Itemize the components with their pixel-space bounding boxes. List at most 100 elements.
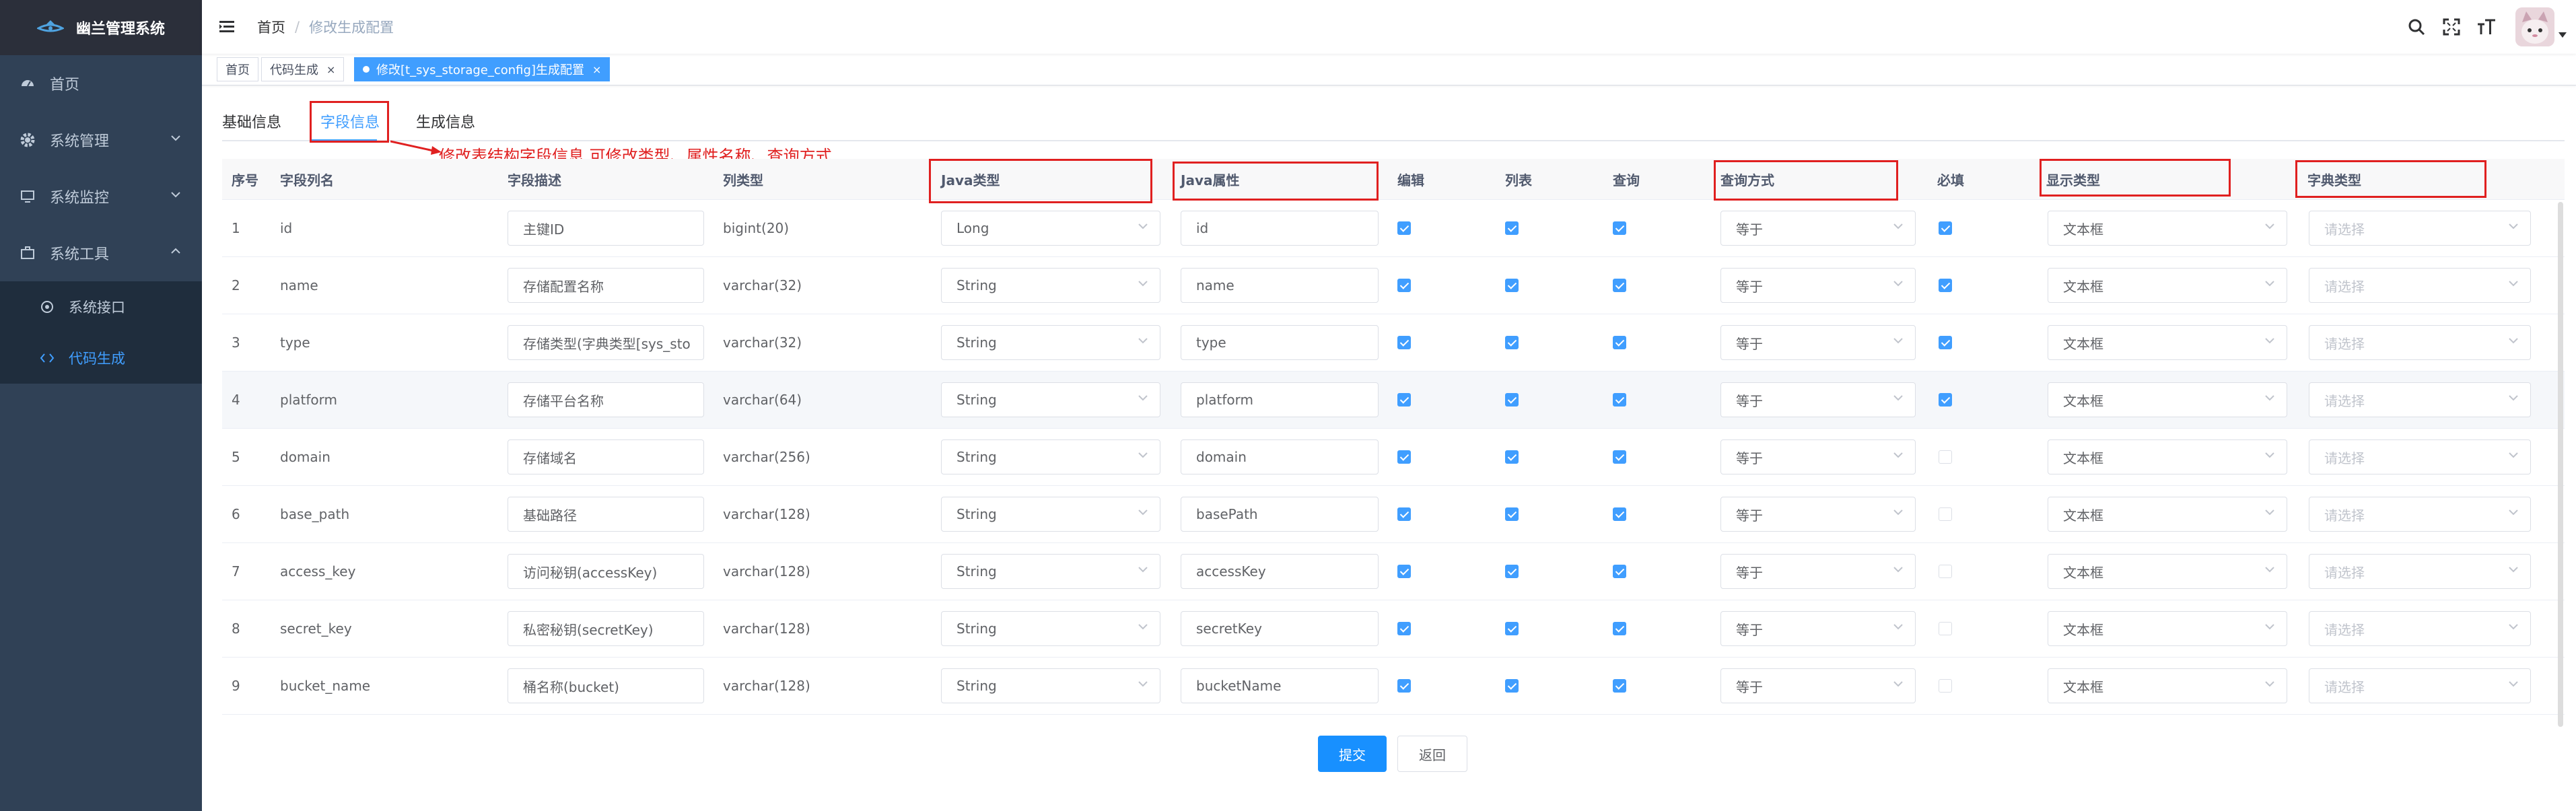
list-checkbox[interactable] [1505, 565, 1519, 578]
dict-type-select[interactable]: 请选择 [2309, 668, 2531, 703]
column-desc-input[interactable]: 主键ID [508, 211, 704, 246]
column-desc-input[interactable]: 存储域名 [508, 439, 704, 474]
html-type-select[interactable]: 文本框 [2048, 382, 2287, 417]
java-field-input[interactable]: id [1181, 211, 1379, 246]
query-type-select[interactable]: 等于 [1720, 268, 1916, 303]
list-checkbox[interactable] [1505, 393, 1519, 407]
required-checkbox[interactable] [1939, 336, 1952, 349]
sidebar-item-code-generator[interactable]: 代码生成 [0, 332, 202, 384]
tag-edit-config[interactable]: 修改[t_sys_storage_config]生成配置 × [354, 57, 611, 81]
query-type-select[interactable]: 等于 [1720, 439, 1916, 474]
html-type-select[interactable]: 文本框 [2048, 497, 2287, 532]
java-type-select[interactable]: String [941, 382, 1160, 417]
caret-down-icon[interactable] [2558, 32, 2567, 38]
dict-type-select[interactable]: 请选择 [2309, 268, 2531, 303]
breadcrumb-home[interactable]: 首页 [257, 17, 285, 37]
query-type-select[interactable]: 等于 [1720, 554, 1916, 589]
required-checkbox[interactable] [1939, 221, 1952, 235]
java-field-input[interactable]: bucketName [1181, 668, 1379, 703]
list-checkbox[interactable] [1505, 679, 1519, 693]
query-checkbox[interactable] [1613, 450, 1626, 464]
java-field-input[interactable]: platform [1181, 382, 1379, 417]
java-field-input[interactable]: basePath [1181, 497, 1379, 532]
java-field-input[interactable]: type [1181, 325, 1379, 360]
column-desc-input[interactable]: 访问秘钥(accessKey) [508, 554, 704, 589]
font-size-icon[interactable] [2475, 15, 2498, 38]
java-type-select[interactable]: String [941, 668, 1160, 703]
query-type-select[interactable]: 等于 [1720, 211, 1916, 246]
html-type-select[interactable]: 文本框 [2048, 668, 2287, 703]
column-desc-input[interactable]: 存储类型(字典类型[sys_sto [508, 325, 704, 360]
dict-type-select[interactable]: 请选择 [2309, 554, 2531, 589]
hamburger-icon[interactable] [217, 16, 238, 38]
html-type-select[interactable]: 文本框 [2048, 439, 2287, 474]
list-checkbox[interactable] [1505, 279, 1519, 292]
query-checkbox[interactable] [1613, 393, 1626, 407]
java-type-select[interactable]: Long [941, 211, 1160, 246]
app-logo[interactable]: 幽兰管理系统 [0, 0, 202, 55]
tag-code-generator[interactable]: 代码生成 × [261, 57, 345, 81]
query-type-select[interactable]: 等于 [1720, 382, 1916, 417]
list-checkbox[interactable] [1505, 221, 1519, 235]
list-checkbox[interactable] [1505, 450, 1519, 464]
java-type-select[interactable]: String [941, 325, 1160, 360]
query-type-select[interactable]: 等于 [1720, 325, 1916, 360]
list-checkbox[interactable] [1505, 507, 1519, 521]
dict-type-select[interactable]: 请选择 [2309, 439, 2531, 474]
html-type-select[interactable]: 文本框 [2048, 611, 2287, 646]
sidebar-item-home[interactable]: 首页 [0, 55, 202, 112]
close-icon[interactable]: × [592, 63, 601, 76]
column-desc-input[interactable]: 存储平台名称 [508, 382, 704, 417]
edit-checkbox[interactable] [1397, 393, 1411, 407]
column-desc-input[interactable]: 基础路径 [508, 497, 704, 532]
java-type-select[interactable]: String [941, 268, 1160, 303]
java-type-select[interactable]: String [941, 554, 1160, 589]
sidebar-item-system-interface[interactable]: 系统接口 [0, 281, 202, 332]
query-checkbox[interactable] [1613, 221, 1626, 235]
query-type-select[interactable]: 等于 [1720, 611, 1916, 646]
column-desc-input[interactable]: 存储配置名称 [508, 268, 704, 303]
fullscreen-icon[interactable] [2440, 15, 2463, 38]
dict-type-select[interactable]: 请选择 [2309, 325, 2531, 360]
required-checkbox[interactable] [1939, 565, 1952, 578]
query-checkbox[interactable] [1613, 622, 1626, 635]
required-checkbox[interactable] [1939, 622, 1952, 635]
edit-checkbox[interactable] [1397, 279, 1411, 292]
dict-type-select[interactable]: 请选择 [2309, 382, 2531, 417]
query-checkbox[interactable] [1613, 507, 1626, 521]
edit-checkbox[interactable] [1397, 221, 1411, 235]
sidebar-item-system-admin[interactable]: 系统管理 [0, 112, 202, 168]
edit-checkbox[interactable] [1397, 622, 1411, 635]
java-field-input[interactable]: secretKey [1181, 611, 1379, 646]
edit-checkbox[interactable] [1397, 679, 1411, 693]
column-desc-input[interactable]: 私密秘钥(secretKey) [508, 611, 704, 646]
java-type-select[interactable]: String [941, 497, 1160, 532]
list-checkbox[interactable] [1505, 622, 1519, 635]
edit-checkbox[interactable] [1397, 507, 1411, 521]
query-checkbox[interactable] [1613, 679, 1626, 693]
java-type-select[interactable]: String [941, 439, 1160, 474]
back-button[interactable]: 返回 [1397, 736, 1467, 772]
edit-checkbox[interactable] [1397, 565, 1411, 578]
required-checkbox[interactable] [1939, 450, 1952, 464]
list-checkbox[interactable] [1505, 336, 1519, 349]
query-type-select[interactable]: 等于 [1720, 668, 1916, 703]
search-icon[interactable] [2405, 15, 2428, 38]
query-checkbox[interactable] [1613, 279, 1626, 292]
tag-home[interactable]: 首页 [217, 57, 258, 81]
query-type-select[interactable]: 等于 [1720, 497, 1916, 532]
html-type-select[interactable]: 文本框 [2048, 554, 2287, 589]
close-icon[interactable]: × [326, 63, 335, 76]
required-checkbox[interactable] [1939, 393, 1952, 407]
query-checkbox[interactable] [1613, 565, 1626, 578]
required-checkbox[interactable] [1939, 679, 1952, 693]
java-field-input[interactable]: name [1181, 268, 1379, 303]
edit-checkbox[interactable] [1397, 450, 1411, 464]
html-type-select[interactable]: 文本框 [2048, 325, 2287, 360]
sidebar-item-system-monitor[interactable]: 系统监控 [0, 168, 202, 225]
dict-type-select[interactable]: 请选择 [2309, 211, 2531, 246]
query-checkbox[interactable] [1613, 336, 1626, 349]
java-field-input[interactable]: domain [1181, 439, 1379, 474]
edit-checkbox[interactable] [1397, 336, 1411, 349]
tab-generate-info[interactable]: 生成信息 [416, 110, 475, 132]
